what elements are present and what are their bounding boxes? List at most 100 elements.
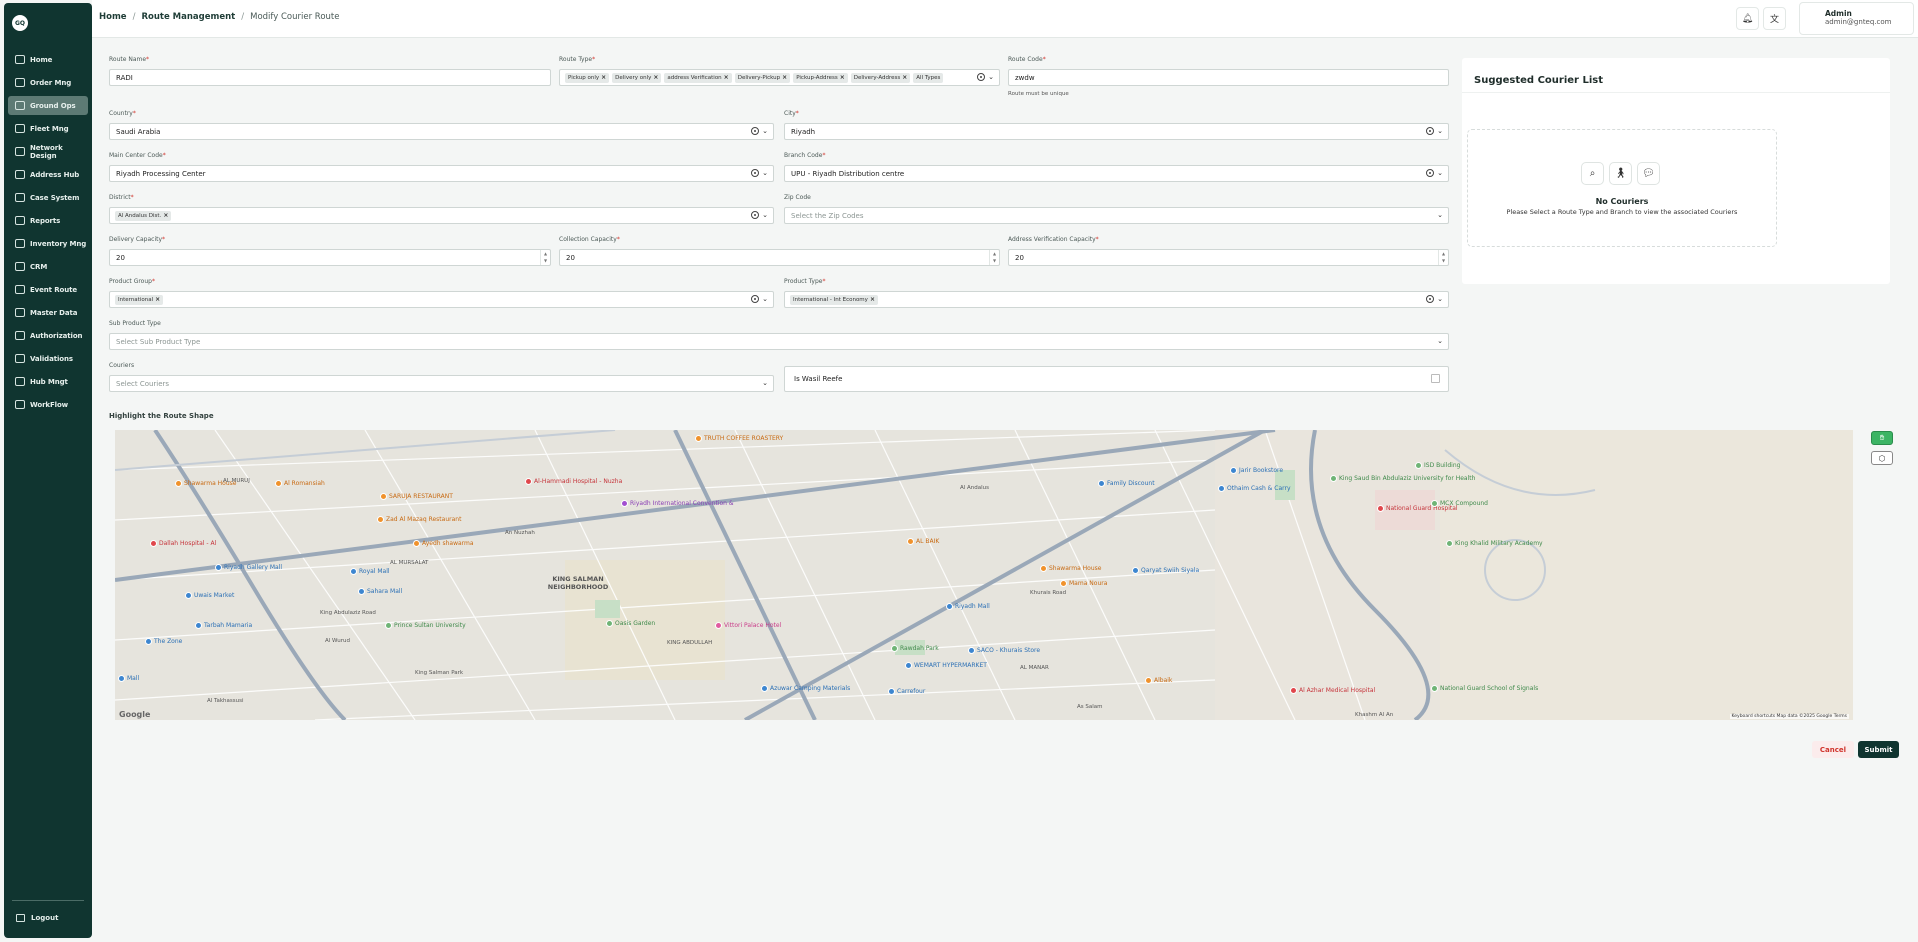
sidebar-item-case-system[interactable]: Case System — [8, 188, 88, 207]
sidebar-item-hub-mngt[interactable]: Hub Mngt — [8, 372, 88, 391]
map-poi[interactable]: Qaryat Swiih Siyala — [1132, 567, 1199, 574]
map-poi[interactable]: ISD Building — [1415, 462, 1460, 469]
map-poi[interactable]: AL BAIK — [907, 538, 939, 545]
sidebar-item-validations[interactable]: Validations — [8, 349, 88, 368]
sidebar-item-reports[interactable]: Reports — [8, 211, 88, 230]
map-poi[interactable]: King Khalid Military Academy — [1446, 540, 1543, 547]
clear-icon[interactable] — [1426, 169, 1435, 177]
sidebar-item-home[interactable]: Home — [8, 50, 88, 69]
map-poi[interactable]: Royal Mall — [350, 568, 390, 575]
breadcrumb-route-management[interactable]: Route Management — [141, 12, 235, 22]
route-name-input[interactable]: RADI — [109, 69, 551, 86]
route-type-chip[interactable]: Delivery-Address × — [850, 72, 911, 83]
map-poi[interactable]: Al Romansiah — [275, 480, 325, 487]
sidebar-item-address-hub[interactable]: Address Hub — [8, 165, 88, 184]
map-poi[interactable]: Family Discount — [1098, 480, 1155, 487]
map-poi[interactable]: SARUJA RESTAURANT — [380, 493, 453, 500]
map-poi[interactable]: Shawarma House — [1040, 565, 1101, 572]
chip-remove-icon[interactable]: × — [782, 74, 787, 81]
sidebar-item-master-data[interactable]: Master Data — [8, 303, 88, 322]
product-group-select[interactable]: International × ⌄ — [109, 291, 774, 308]
sidebar-item-order-mng[interactable]: Order Mng — [8, 73, 88, 92]
sidebar-item-crm[interactable]: CRM — [8, 257, 88, 276]
sidebar-item-inventory-mng[interactable]: Inventory Mng — [8, 234, 88, 253]
map-poi[interactable]: Al-Hammadi Hospital - Nuzha — [525, 478, 622, 485]
address-capacity-input[interactable]: 20 ▲ ▼ — [1008, 249, 1449, 266]
route-type-chip[interactable]: Delivery-Pickup × — [734, 72, 791, 83]
main-center-select[interactable]: Riyadh Processing Center ⌄ — [109, 165, 774, 182]
zip-code-select[interactable]: Select the Zip Codes ⌄ — [784, 207, 1449, 224]
map-poi[interactable]: King Saud Bin Abdulaziz University for H… — [1330, 475, 1475, 482]
map-poi[interactable]: National Guard School of Signals — [1431, 685, 1538, 692]
map-poi[interactable]: Sahara Mall — [358, 588, 402, 595]
map-poi[interactable]: Mama Noura — [1060, 580, 1107, 587]
sidebar-item-network-design[interactable]: Network Design — [8, 142, 88, 161]
sidebar-item-fleet-mng[interactable]: Fleet Mng — [8, 119, 88, 138]
wasil-reefe-checkbox[interactable] — [1431, 374, 1440, 383]
branch-select[interactable]: UPU - Riyadh Distribution centre ⌄ — [784, 165, 1449, 182]
breadcrumb-home[interactable]: Home — [99, 12, 127, 22]
clear-icon[interactable] — [751, 127, 760, 135]
route-type-chip[interactable]: Delivery only × — [612, 72, 662, 83]
chip-remove-icon[interactable]: × — [163, 212, 168, 219]
map-poi[interactable]: Riyadh Mall — [946, 603, 990, 610]
map-poi[interactable]: Tarbah Mamaria — [195, 622, 252, 629]
capacity-stepper[interactable]: ▲ ▼ — [540, 250, 550, 265]
route-code-input[interactable]: zwdw — [1008, 69, 1449, 86]
map-poi[interactable]: Dallah Hospital - Al — [150, 540, 216, 547]
user-menu[interactable]: Admin admin@gnteq.com — [1799, 2, 1914, 35]
sidebar-item-authorization[interactable]: Authorization — [8, 326, 88, 345]
draw-shape-button[interactable]: ✋︎ — [1871, 431, 1893, 445]
clear-icon[interactable] — [751, 169, 760, 177]
district-select[interactable]: Al Andalus Dist. × ⌄ — [109, 207, 774, 224]
chip-remove-icon[interactable]: × — [902, 74, 907, 81]
route-type-chip[interactable]: All Types — [913, 72, 944, 83]
map-poi[interactable]: MCX Compound — [1431, 500, 1488, 507]
map-poi[interactable]: Riyadh Gallery Mall — [215, 564, 282, 571]
city-select[interactable]: Riyadh ⌄ — [784, 123, 1449, 140]
submit-button[interactable]: Submit — [1858, 741, 1899, 758]
map-poi[interactable]: Prince Sultan University — [385, 622, 466, 629]
route-map[interactable]: Shawarma House Al Romansiah SARUJA RESTAUR… — [115, 430, 1853, 720]
sidebar-item-workflow[interactable]: WorkFlow — [8, 395, 88, 414]
language-button[interactable]: 文 — [1763, 7, 1786, 30]
chip-remove-icon[interactable]: × — [840, 74, 845, 81]
map-poi[interactable]: Ayedh shawarma — [413, 540, 474, 547]
map-poi[interactable]: Zad Al Mazaq Restaurant — [377, 516, 461, 523]
delivery-capacity-input[interactable]: 20 ▲ ▼ — [109, 249, 551, 266]
wasil-reefe-toggle[interactable]: Is Wasil Reefe — [784, 366, 1449, 392]
map-poi[interactable]: Vittori Palace Hotel — [715, 622, 781, 629]
map-poi[interactable]: Othaim Cash & Carry — [1218, 485, 1291, 492]
clear-icon[interactable] — [1426, 295, 1435, 303]
chip-remove-icon[interactable]: × — [155, 296, 160, 303]
chip-remove-icon[interactable]: × — [724, 74, 729, 81]
sidebar-item-ground-ops[interactable]: Ground Ops — [8, 96, 88, 115]
chip-remove-icon[interactable]: × — [653, 74, 658, 81]
chip-remove-icon[interactable]: × — [601, 74, 606, 81]
sub-product-select[interactable]: Select Sub Product Type ⌄ — [109, 333, 1449, 350]
map-poi[interactable]: Mall — [118, 675, 139, 682]
product-type-select[interactable]: International - Int Economy × ⌄ — [784, 291, 1449, 308]
map-poi[interactable]: Uwais Market — [185, 592, 234, 599]
cancel-button[interactable]: Cancel — [1812, 741, 1854, 758]
clear-icon[interactable] — [751, 295, 760, 303]
clear-icon[interactable] — [977, 73, 986, 81]
map-poi[interactable]: Jarir Bookstore — [1230, 467, 1283, 474]
map-poi[interactable]: TRUTH COFFEE ROASTERY — [695, 435, 783, 442]
capacity-stepper[interactable]: ▲ ▼ — [989, 250, 999, 265]
product-type-chip[interactable]: International - Int Economy × — [790, 294, 878, 305]
map-poi[interactable]: Rawdah Park — [891, 645, 939, 652]
map-poi[interactable]: Albaik — [1145, 677, 1172, 684]
map-poi[interactable]: SACO - Khurais Store — [968, 647, 1040, 654]
notifications-button[interactable]: 🔔︎ — [1736, 7, 1759, 30]
collection-capacity-input[interactable]: 20 ▲ ▼ — [559, 249, 1000, 266]
clear-icon[interactable] — [1426, 127, 1435, 135]
sidebar-item-event-route[interactable]: Event Route — [8, 280, 88, 299]
route-type-select[interactable]: Pickup only × Delivery only × address Verifi… — [559, 69, 1000, 86]
map-poi[interactable]: The Zone — [145, 638, 182, 645]
product-group-chip[interactable]: International × — [115, 294, 164, 305]
logout-button[interactable]: Logout — [16, 914, 58, 922]
district-chip[interactable]: Al Andalus Dist. × — [115, 210, 172, 221]
map-poi[interactable]: WEMART HYPERMARKET — [905, 662, 987, 669]
country-select[interactable]: Saudi Arabia ⌄ — [109, 123, 774, 140]
